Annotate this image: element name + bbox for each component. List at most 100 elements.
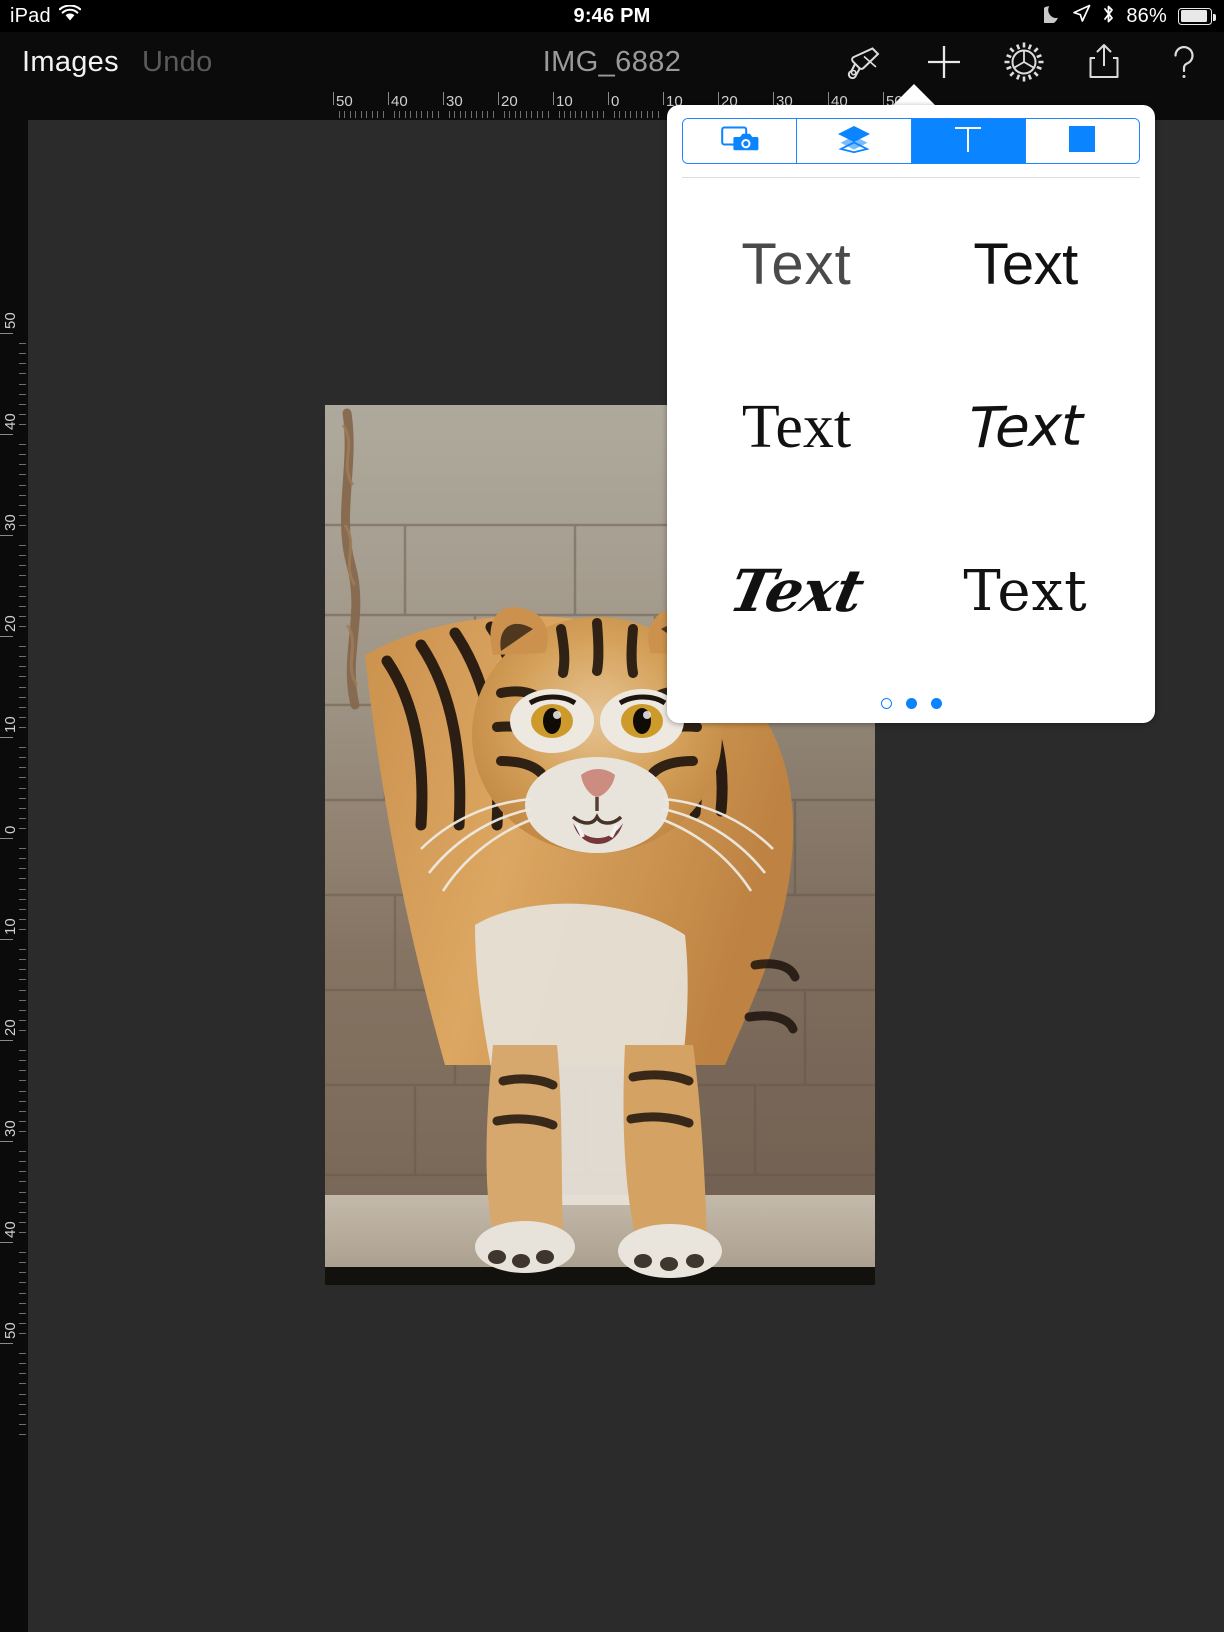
ruler-tick-major [0, 838, 13, 839]
ruler-tick-minor [19, 676, 26, 678]
ruler-tick-minor [19, 868, 26, 870]
add-button[interactable] [918, 36, 970, 88]
ruler-tick-minor [19, 1191, 26, 1193]
ruler-label: 20 [501, 93, 518, 110]
ruler-tick-minor [19, 999, 26, 1001]
ruler-tick-major [773, 92, 774, 105]
layers-icon [836, 124, 872, 159]
ruler-label: 50 [2, 1322, 19, 1339]
ruler-tick-major [0, 434, 13, 435]
font-sample-regular[interactable]: Text [911, 183, 1140, 346]
ruler-tick-minor [641, 111, 642, 118]
page-dot[interactable] [930, 698, 942, 709]
ruler-tick-minor [547, 111, 549, 118]
ruler-tick-major [718, 92, 719, 105]
photo-segment[interactable] [683, 119, 798, 163]
ruler-tick-minor [19, 615, 26, 617]
font-sample-thin[interactable]: Text [682, 183, 911, 346]
ruler-tick-minor [19, 403, 26, 405]
ruler-tick-minor [19, 1403, 26, 1405]
ruler-tick-minor [646, 111, 648, 118]
nav-toolbar [838, 32, 1210, 92]
ruler-tick-minor [19, 747, 26, 749]
ruler-tick-minor [19, 1151, 26, 1153]
paint-brush-icon [842, 40, 886, 84]
ruler-tick-minor [19, 1009, 26, 1011]
filled-square-icon [1068, 125, 1096, 158]
help-button[interactable] [1158, 36, 1210, 88]
ruler-tick-minor [371, 111, 373, 118]
status-bar-right: 86% [1040, 0, 1216, 32]
ruler-tick-minor [19, 686, 26, 688]
ruler-tick-minor [432, 111, 433, 118]
shape-segment[interactable] [1025, 119, 1139, 163]
ruler-tick-minor [19, 1019, 26, 1021]
ruler-tick-minor [19, 989, 26, 991]
ruler-tick-minor [19, 1423, 26, 1425]
ruler-tick-minor [19, 827, 26, 829]
ruler-tick-minor [19, 484, 26, 486]
ruler-tick-minor [19, 393, 26, 395]
settings-button[interactable] [998, 36, 1050, 88]
ruler-tick-major [608, 92, 609, 105]
ruler-tick-minor [19, 1393, 26, 1395]
ruler-tick-minor [19, 555, 26, 557]
ruler-tick-minor [19, 878, 26, 880]
ruler-tick-minor [520, 111, 521, 118]
ruler-tick-minor [399, 111, 400, 118]
ruler-tick-minor [19, 565, 26, 567]
object-type-segmented-control[interactable] [682, 118, 1140, 164]
share-icon [1082, 40, 1126, 84]
ruler-tick-minor [19, 1070, 26, 1072]
ruler-tick-minor [19, 1413, 26, 1415]
status-bar: iPad 9:46 PM 86% [0, 0, 1224, 32]
ruler-tick-minor [19, 1029, 26, 1031]
text-segment[interactable] [911, 119, 1026, 163]
ruler-tick-minor [19, 444, 26, 446]
battery-percent: 86% [1126, 4, 1167, 27]
ruler-tick-minor [19, 1161, 26, 1163]
status-bar-time: 9:46 PM [573, 4, 651, 27]
bluetooth-icon [1102, 4, 1115, 29]
ruler-tick-minor [19, 585, 26, 587]
ruler-tick-minor [470, 111, 472, 118]
font-sample-grid: Text Text Text Text Text Text [682, 183, 1140, 673]
paint-brush-button[interactable] [838, 36, 890, 88]
ruler-tick-minor [19, 464, 26, 466]
font-sample-casual[interactable]: Text [911, 346, 1140, 509]
ruler-tick-minor [19, 1332, 26, 1334]
font-sample-rough[interactable]: Text [911, 510, 1140, 673]
battery-icon [1178, 7, 1216, 25]
ruler-label: 30 [446, 93, 463, 110]
ruler-tick-minor [19, 373, 26, 375]
page-dot[interactable] [905, 698, 917, 709]
ruler-tick-minor [19, 575, 26, 577]
ruler-tick-minor [19, 545, 26, 547]
camera-photo-icon [720, 125, 759, 158]
ruler-tick-minor [19, 888, 26, 890]
page-dot[interactable] [880, 698, 892, 709]
ruler-tick-minor [19, 1292, 26, 1294]
font-sample-script[interactable]: Text [682, 510, 911, 673]
ruler-tick-minor [514, 111, 516, 118]
share-button[interactable] [1078, 36, 1130, 88]
ruler-tick-minor [19, 1060, 26, 1062]
font-sample-serif[interactable]: Text [682, 346, 911, 509]
ruler-tick-minor [19, 898, 26, 900]
ruler-tick-minor [19, 777, 26, 779]
ruler-tick-minor [344, 111, 345, 118]
ruler-tick-minor [404, 111, 406, 118]
ruler-tick-minor [509, 111, 510, 118]
ruler-tick-minor [19, 787, 26, 789]
ruler-tick-major [0, 535, 13, 536]
ruler-tick-minor [619, 111, 620, 118]
ruler-tick-minor [536, 111, 538, 118]
ruler-tick-major [498, 92, 499, 105]
page-dots[interactable] [667, 698, 1155, 709]
layers-segment[interactable] [797, 119, 912, 163]
ruler-tick-minor [19, 726, 26, 728]
ruler-tick-minor [19, 1363, 26, 1365]
ruler-tick-minor [19, 918, 26, 920]
ruler-tick-minor [19, 1282, 26, 1284]
ruler-tick-minor [19, 696, 26, 698]
